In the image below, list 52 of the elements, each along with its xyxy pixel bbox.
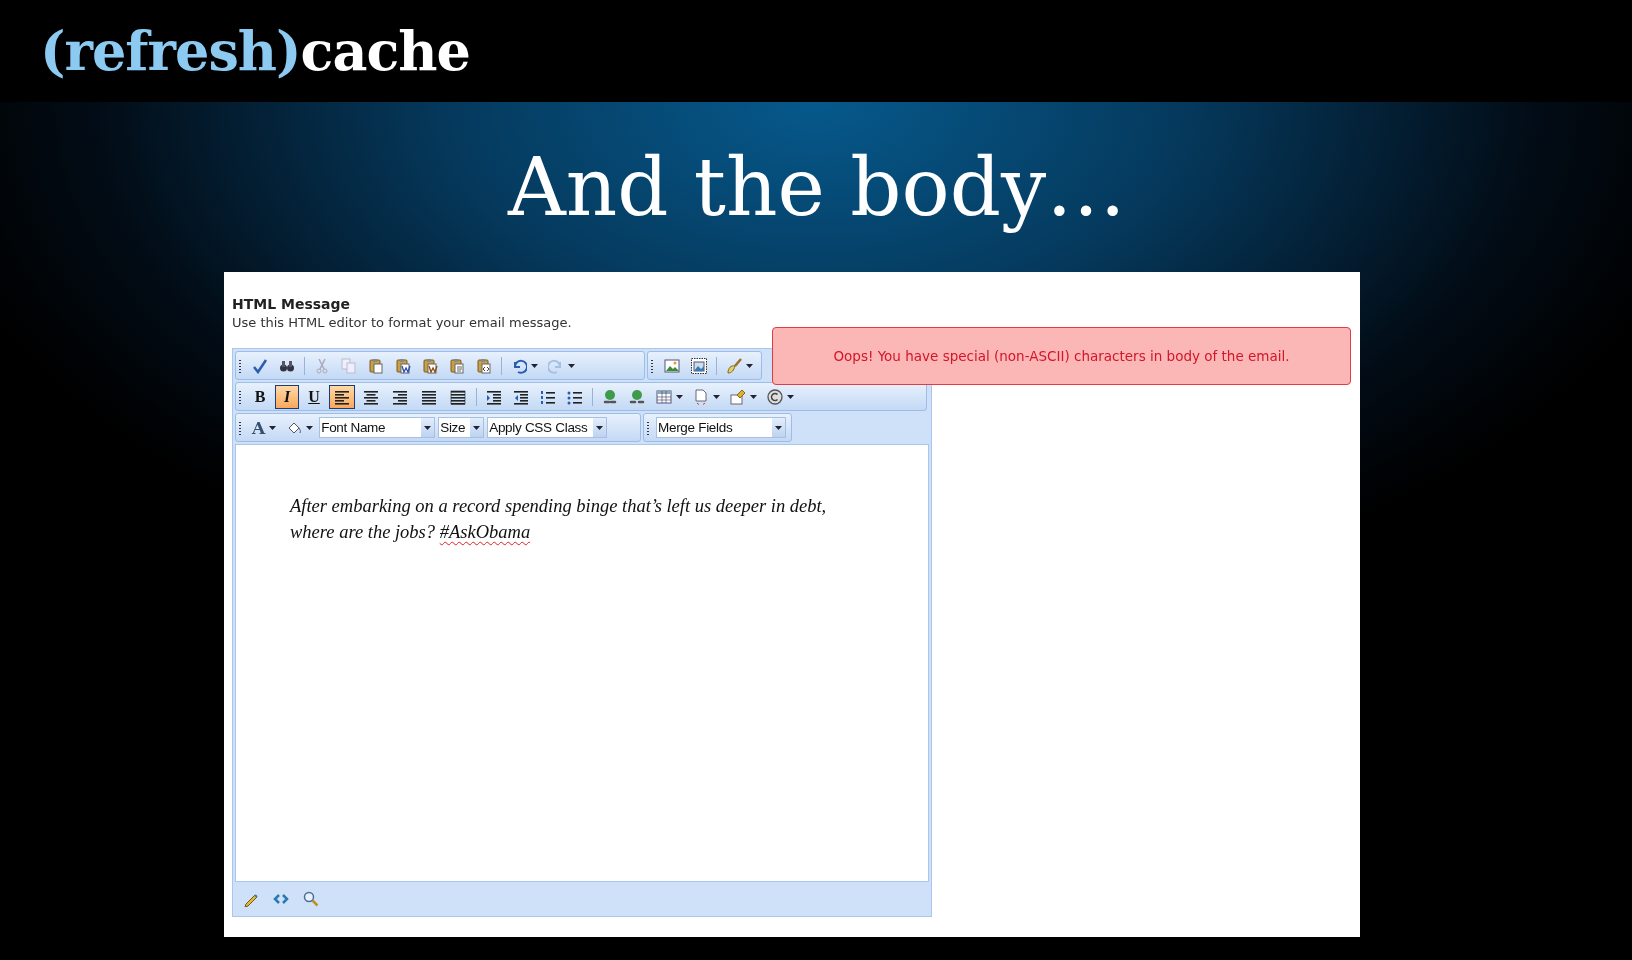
caret-icon[interactable] bbox=[306, 425, 314, 430]
paste-word-icon[interactable] bbox=[395, 357, 411, 374]
paste-icon[interactable] bbox=[368, 357, 384, 374]
caret-icon[interactable] bbox=[531, 363, 538, 368]
caret-icon[interactable] bbox=[775, 425, 782, 430]
image-icon[interactable] bbox=[664, 357, 680, 374]
caret-icon[interactable] bbox=[473, 425, 481, 430]
paste-text-icon[interactable] bbox=[449, 357, 465, 374]
justify-icon bbox=[421, 388, 437, 405]
caret-icon[interactable] bbox=[787, 394, 794, 399]
magnifier-icon[interactable] bbox=[303, 891, 319, 907]
outdent-icon[interactable] bbox=[513, 388, 529, 405]
hashtag-link: #AskObama bbox=[439, 522, 531, 542]
align-right-icon bbox=[392, 388, 408, 405]
merge-fields-dropdown[interactable]: Merge Fields bbox=[656, 417, 786, 438]
caret-icon[interactable] bbox=[424, 425, 432, 430]
numbered-list-icon[interactable] bbox=[540, 388, 556, 405]
undo-icon[interactable] bbox=[511, 357, 527, 374]
remove-alignment-icon bbox=[450, 388, 466, 405]
dropdown-field[interactable]: Size bbox=[438, 417, 485, 438]
section-title: HTML Message bbox=[232, 296, 352, 312]
caret-icon[interactable] bbox=[713, 394, 720, 399]
caret-icon[interactable] bbox=[269, 425, 277, 430]
editor-content-area[interactable]: After embarking on a record spending binge that’s left us deeper in debt, where are the jobs? #AskObama bbox=[235, 444, 929, 882]
body-text: After embarking on a record spending binge that’s left us deeper in debt, where are the jobs? #AskObama bbox=[290, 495, 828, 544]
caret-icon[interactable] bbox=[746, 363, 753, 368]
italic-button[interactable]: I bbox=[275, 384, 299, 409]
caret-icon[interactable] bbox=[596, 425, 604, 430]
logo-wordmark: cache bbox=[300, 19, 470, 83]
paste-html-icon[interactable] bbox=[476, 357, 492, 374]
font-color-button[interactable]: A bbox=[252, 417, 266, 438]
caret-icon[interactable] bbox=[676, 394, 683, 399]
caret-icon[interactable] bbox=[750, 394, 757, 399]
underline-button[interactable]: U bbox=[302, 384, 326, 409]
error-alert: Oops! You have special (non-ASCII) characters in body of the email. bbox=[772, 327, 1351, 385]
bold-button[interactable]: B bbox=[248, 384, 272, 409]
dropdown-field[interactable]: Apply CSS Class bbox=[487, 417, 608, 438]
align-left-button[interactable] bbox=[329, 384, 355, 409]
pencil-icon[interactable] bbox=[243, 891, 259, 907]
dropdown-field[interactable]: Font Name bbox=[319, 417, 436, 438]
caret-icon[interactable] bbox=[568, 363, 575, 368]
logo-prefix: (refresh) bbox=[40, 19, 301, 83]
brush-icon[interactable] bbox=[726, 357, 742, 374]
copyright-icon[interactable] bbox=[767, 388, 783, 405]
indent-icon[interactable] bbox=[486, 388, 502, 405]
align-center-icon bbox=[363, 388, 379, 405]
image-manager-icon[interactable] bbox=[691, 357, 707, 374]
align-left-icon bbox=[334, 388, 350, 405]
paste-word-icon[interactable] bbox=[422, 357, 438, 374]
slide-title: And the body… bbox=[506, 140, 1127, 234]
section-description: Use this HTML editor to format your email message. bbox=[232, 315, 573, 330]
spellcheck-icon[interactable] bbox=[252, 357, 268, 374]
